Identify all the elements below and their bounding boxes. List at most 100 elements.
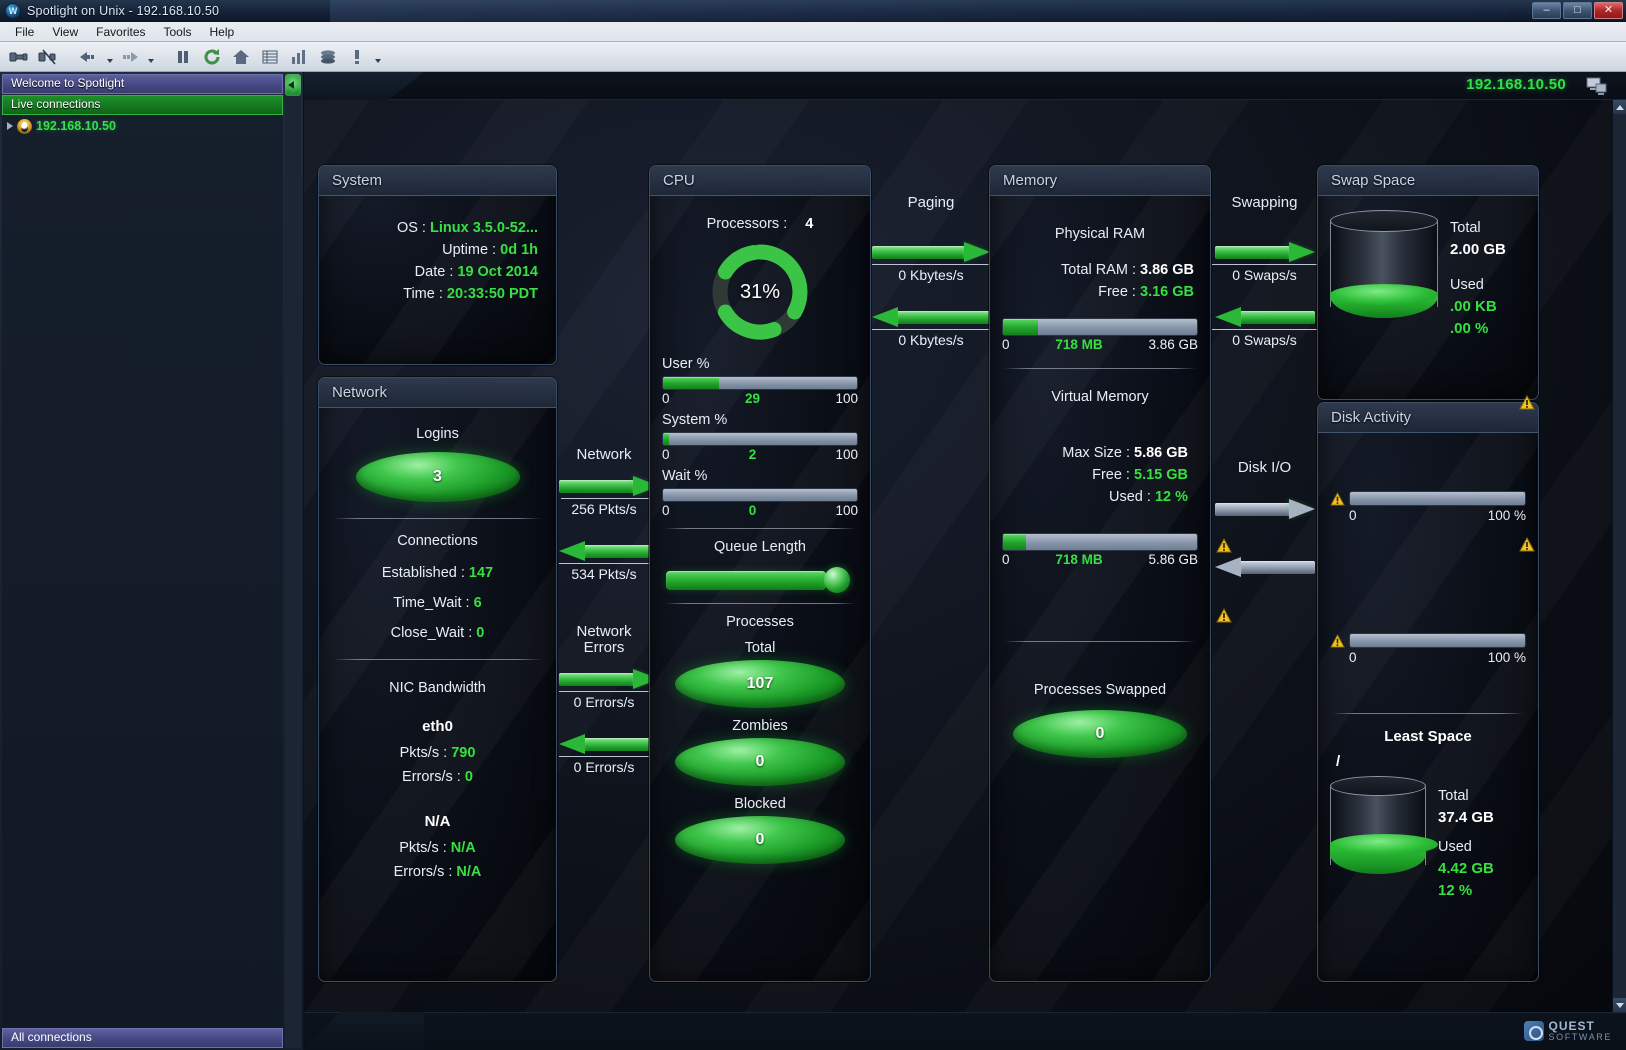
refresh-icon[interactable] xyxy=(199,45,225,69)
close-button[interactable]: ✕ xyxy=(1594,2,1623,19)
menu-file[interactable]: File xyxy=(6,24,43,40)
flow-swapping-arrow-2-text: 0 Swaps/s xyxy=(1232,331,1297,348)
cpu-system-max: 100 xyxy=(835,447,858,462)
cpu-proc-blocked-label: Blocked xyxy=(734,796,786,812)
maximize-button[interactable]: □ xyxy=(1563,2,1592,19)
disk-cylinder-liquid xyxy=(1330,834,1438,874)
disk-warning-icon-right-2 xyxy=(1519,536,1535,557)
disk-meter-2-track xyxy=(1349,633,1526,648)
cpu-utilization-donut: 31% xyxy=(685,236,835,348)
cpu-queue-length-slider[interactable] xyxy=(666,565,854,595)
network-nic-bandwidth-label: NIC Bandwidth xyxy=(389,680,486,696)
sidebar-item-live-connections[interactable]: Live connections xyxy=(2,95,283,115)
pause-icon[interactable] xyxy=(170,45,196,69)
network-connections-label: Connections xyxy=(397,533,478,549)
expand-triangle-icon[interactable] xyxy=(7,122,13,130)
menu-tools[interactable]: Tools xyxy=(155,24,201,40)
system-uptime-row: Uptime : 0d 1h xyxy=(331,242,544,258)
grid-icon[interactable] xyxy=(257,45,283,69)
memory-physical-meter-track xyxy=(1002,318,1198,336)
dashboard-scrollbar[interactable] xyxy=(1612,100,1626,1012)
linux-penguin-icon xyxy=(17,118,32,134)
menu-bar[interactable]: File View Favorites Tools Help xyxy=(0,22,1626,42)
memory-virtual-used-key: Used : xyxy=(1108,489,1151,505)
window-controls[interactable]: – □ ✕ xyxy=(1532,2,1623,19)
chart-icon[interactable] xyxy=(286,45,312,69)
panel-swap-space-body: Total 2.00 GB Used .00 KB .00 % xyxy=(1318,196,1538,349)
panel-system-body: OS : Linux 3.5.0-52... Uptime : 0d 1h Da… xyxy=(319,196,556,318)
swap-cylinder-top xyxy=(1330,210,1438,232)
network-nic1-pkts-value: N/A xyxy=(450,840,476,856)
forward-dropdown-caret-icon[interactable] xyxy=(146,45,155,69)
arrow-right-icon xyxy=(1214,498,1315,519)
memory-virtual-used-row: Used : 12 % xyxy=(1002,489,1198,505)
cpu-queue-length-label: Queue Length xyxy=(714,539,806,555)
flow-paging-arrow-1-text: 0 Kbytes/s xyxy=(898,266,964,283)
memory-virtual-max: 5.86 GB xyxy=(1148,552,1198,567)
disk-divider-1 xyxy=(1332,713,1524,714)
cpu-processors-value: 4 xyxy=(805,216,814,232)
panel-cpu-body: Processors : 4 31% User % 0 29 100 Syste… xyxy=(650,196,870,878)
menu-help[interactable]: Help xyxy=(201,24,244,40)
cpu-proc-total-label: Total xyxy=(744,640,776,656)
back-dropdown-caret-icon[interactable] xyxy=(105,45,114,69)
memory-free-ram-value: 3.16 GB xyxy=(1140,284,1194,300)
sidebar-node-label: 192.168.10.50 xyxy=(36,119,116,133)
alarm-icon[interactable] xyxy=(344,45,370,69)
flow-network-arrow-1: 256 Pkts/s xyxy=(559,475,659,517)
cpu-user-meter-track xyxy=(662,376,858,390)
cpu-system-meter-scale: 0 2 100 xyxy=(662,447,858,462)
menu-view[interactable]: View xyxy=(43,24,87,40)
disk-warning-icon-right-1 xyxy=(1519,394,1535,415)
system-time-value: 20:33:50 PDT xyxy=(446,286,538,302)
toolbar[interactable] xyxy=(0,42,1626,72)
disk-used-pct: 12 % xyxy=(1438,881,1473,899)
cpu-system-min: 0 xyxy=(662,447,670,462)
flow-network-error-arrow-1: 0 Errors/s xyxy=(559,668,659,710)
quest-logo-line1: QUEST xyxy=(1548,1018,1595,1033)
memory-physical-meter: 0 718 MB 3.86 GB xyxy=(1002,318,1198,352)
sidebar-scrollbar-thumb[interactable] xyxy=(285,74,301,96)
flow-paging-arrow-2-text: 0 Kbytes/s xyxy=(898,331,964,348)
alarm-dropdown-caret-icon[interactable] xyxy=(373,45,382,69)
cpu-wait-max: 100 xyxy=(835,503,858,518)
cpu-processes-label: Processes xyxy=(726,614,794,630)
disk-mount-label: / xyxy=(1336,753,1341,770)
memory-virtual-value: 718 MB xyxy=(1055,552,1103,567)
back-icon[interactable] xyxy=(76,45,102,69)
disk-cylinder-gauge xyxy=(1330,776,1438,874)
network-nic1-errors-value: N/A xyxy=(456,864,482,880)
forward-icon[interactable] xyxy=(117,45,143,69)
swap-readout: Total 2.00 GB Used .00 KB .00 % xyxy=(1450,210,1506,339)
layers-icon[interactable] xyxy=(315,45,341,69)
sidebar-scrollbar[interactable] xyxy=(285,74,301,1048)
monitor-icon[interactable] xyxy=(1586,76,1608,101)
cpu-queue-length-knob[interactable] xyxy=(824,567,850,593)
flow-network: Network 256 Pkts/s 534 Pkts/s Network Er… xyxy=(559,446,659,775)
connect-icon[interactable] xyxy=(6,45,32,69)
cpu-proc-total-value: 107 xyxy=(675,660,845,708)
disconnect-icon[interactable] xyxy=(35,45,61,69)
flow-sep-6 xyxy=(872,328,990,330)
disk-least-space-label: Least Space xyxy=(1384,728,1472,745)
cpu-processors-label: Processors : xyxy=(706,216,788,232)
network-nic1-name: N/A xyxy=(424,813,451,830)
minimize-button[interactable]: – xyxy=(1532,2,1561,19)
disk-meter-1-max: 100 % xyxy=(1487,508,1526,523)
network-closewait-key: Close_Wait : xyxy=(390,625,473,641)
connection-ip-label: 192.168.10.50 xyxy=(1466,76,1566,93)
system-time-key: Time : xyxy=(403,286,443,302)
cpu-user-value: 29 xyxy=(744,391,760,406)
arrow-left-icon xyxy=(559,733,659,754)
sidebar-item-welcome[interactable]: Welcome to Spotlight xyxy=(2,74,283,94)
swap-cylinder-gauge xyxy=(1330,210,1438,318)
cpu-queue-length-bar xyxy=(666,571,826,590)
disk-meter-1-track xyxy=(1349,491,1526,506)
sidebar-item-connection-node[interactable]: 192.168.10.50 xyxy=(2,115,283,137)
menu-favorites[interactable]: Favorites xyxy=(87,24,154,40)
scroll-up-icon[interactable] xyxy=(1613,100,1626,114)
flow-sep-1 xyxy=(561,497,651,499)
home-icon[interactable] xyxy=(228,45,254,69)
network-logins-value: 3 xyxy=(355,452,520,502)
scroll-down-icon[interactable] xyxy=(1613,998,1626,1012)
